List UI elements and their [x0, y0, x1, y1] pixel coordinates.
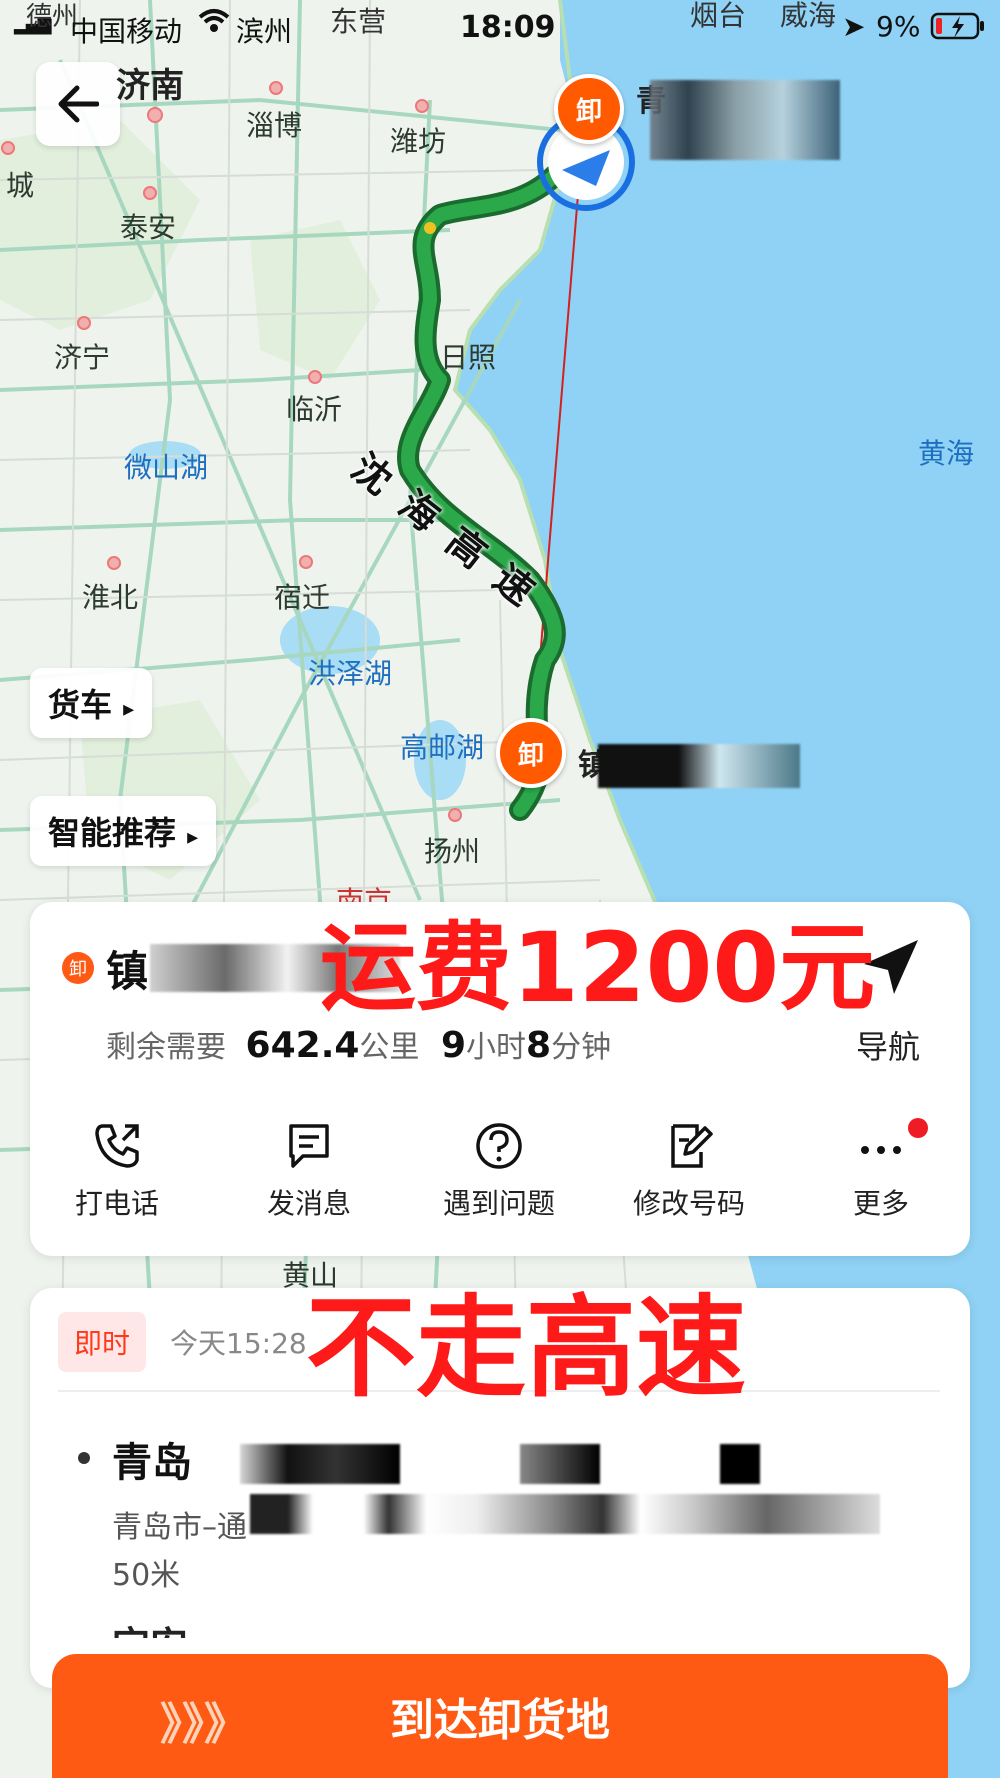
redacted-block [720, 1444, 760, 1484]
message-icon [289, 1124, 329, 1168]
clock: 18:09 [460, 10, 556, 45]
question-icon [476, 1123, 522, 1169]
truck-mode-label: 货车 [48, 686, 113, 724]
map-city-label: 威海 [780, 0, 837, 32]
chevrons-icon: 》》》 [160, 1699, 248, 1750]
more-icon [861, 1146, 901, 1154]
location-arrow-icon: ➤ [842, 10, 866, 43]
destination-name: 镇 [106, 947, 149, 996]
notification-dot [908, 1118, 928, 1138]
map-lake-label: 洪泽湖 [308, 657, 393, 690]
battery-percent: 9% [876, 10, 921, 43]
no-highway-overlay-text: 不走高速 [306, 1284, 746, 1412]
back-button[interactable] [36, 62, 120, 146]
origin-distance: 50米 [112, 1558, 181, 1593]
more-button[interactable]: 更多 [806, 1120, 956, 1222]
fare-overlay-text: 运费1200元 [320, 912, 876, 1024]
hours-value: 9 [440, 1025, 467, 1066]
remaining-label: 剩余需要 [106, 1030, 226, 1065]
status-bar: ▂▄▆ 德州 中国移动 滨州 东营 18:09 烟台 威海 ➤ 9% [0, 0, 1000, 50]
message-button[interactable]: 发消息 [234, 1120, 384, 1222]
map-lake-label: 高邮湖 [400, 731, 485, 764]
map-city-label: 济南 [116, 66, 184, 106]
smart-recommend-label: 智能推荐 [48, 814, 177, 852]
redacted-block [520, 1444, 600, 1484]
origin-dot [78, 1452, 90, 1464]
problem-button[interactable]: 遇到问题 [424, 1120, 574, 1222]
redacted-block [598, 744, 800, 788]
map-city-label: 临沂 [286, 393, 343, 426]
edit-doc-icon [671, 1124, 713, 1168]
map-city-label: 城 [6, 169, 35, 202]
map-city-label: 烟台 [690, 0, 747, 32]
map-city-label: 东营 [330, 5, 387, 38]
map-city-label: 泰安 [120, 211, 177, 244]
smart-recommend-button[interactable]: 智能推荐 ▸ [30, 796, 217, 866]
problem-label: 遇到问题 [442, 1187, 555, 1220]
map-city-label: 淮北 [82, 581, 139, 614]
message-label: 发消息 [266, 1187, 351, 1220]
call-label: 打电话 [74, 1187, 159, 1220]
truck-mode-button[interactable]: 货车 ▸ [30, 668, 153, 738]
redacted-block [240, 1444, 400, 1484]
arrive-unload-button[interactable]: 》》》 到达卸货地 [52, 1654, 948, 1778]
sea-label: 黄海 [918, 437, 975, 470]
carrier-label: 中国移动 [70, 15, 183, 48]
more-label: 更多 [852, 1187, 909, 1220]
arrow-left-icon [58, 85, 99, 123]
map-lake-label: 微山湖 [124, 451, 209, 484]
phone-icon [95, 1124, 139, 1168]
call-button[interactable]: 打电话 [42, 1120, 192, 1222]
hours-unit: 小时 [466, 1030, 527, 1065]
origin-address: 青岛市–通 [112, 1510, 247, 1545]
map-city-label: 潍坊 [390, 125, 447, 158]
unload-badge: 卸 [62, 952, 94, 984]
map-city-label: 日照 [440, 341, 497, 374]
unload-marker[interactable]: 卸 [554, 74, 624, 144]
instant-tag: 即时 [58, 1312, 147, 1372]
order-time: 今天15:28 [170, 1327, 307, 1360]
redacted-block [250, 1494, 880, 1534]
unload-marker[interactable]: 卸 [496, 718, 566, 788]
map-city-label: 济宁 [54, 341, 111, 374]
distance-value: 642.4 [245, 1025, 360, 1066]
battery-icon [930, 12, 986, 47]
distance-unit: 公里 [359, 1030, 420, 1065]
minutes-value: 8 [526, 1025, 552, 1066]
map-city-label: 宿迁 [274, 581, 331, 614]
map-city-label: 扬州 [424, 835, 481, 868]
caret-right-icon: ▸ [123, 697, 135, 722]
edit-number-button[interactable]: 修改号码 [614, 1120, 764, 1222]
edit-number-label: 修改号码 [632, 1187, 745, 1220]
redacted-block [650, 80, 840, 160]
arrive-unload-label: 到达卸货地 [390, 1695, 610, 1746]
origin-name: 青岛 [112, 1440, 192, 1486]
map-city-label: 淄博 [246, 109, 303, 142]
next-stop-partial: 宝安 [112, 1616, 188, 1638]
caret-right-icon: ▸ [187, 825, 199, 850]
network-city-label: 滨州 [236, 15, 293, 48]
minutes-unit: 分钟 [551, 1030, 612, 1065]
wifi-icon [198, 8, 230, 41]
